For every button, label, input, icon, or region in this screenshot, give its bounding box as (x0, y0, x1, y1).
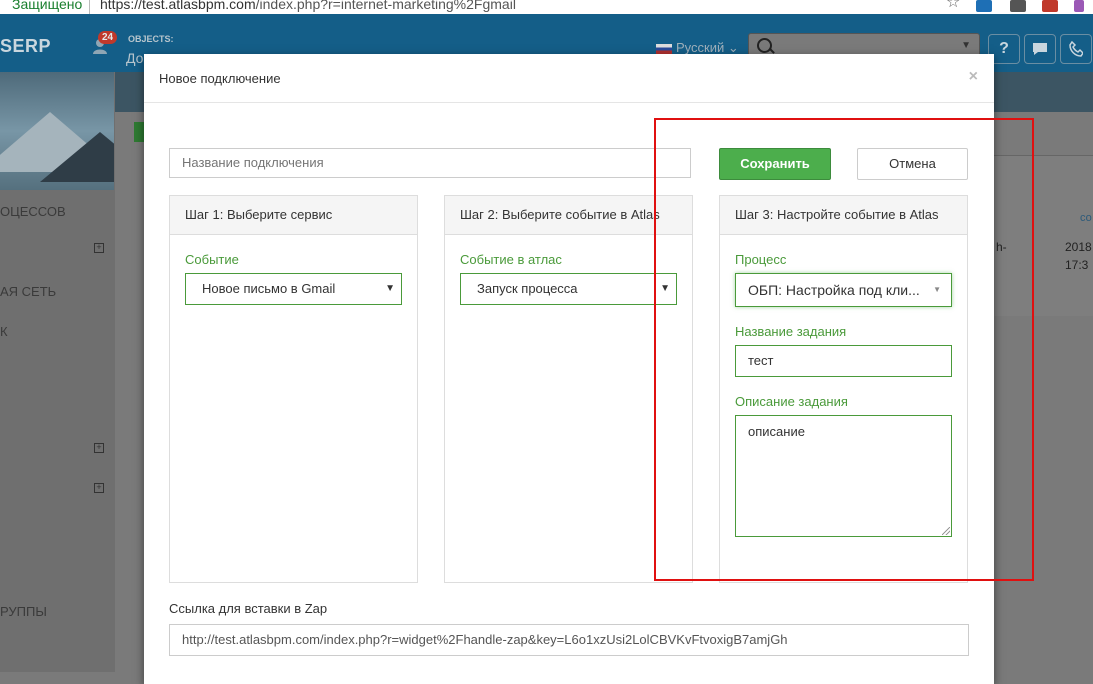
search-icon (757, 38, 772, 53)
step1-title: Шаг 1: Выберите сервис (170, 196, 417, 235)
url-host: https://test.atlasbpm.com (100, 0, 256, 12)
table-cell: 17:3 (1065, 258, 1089, 272)
atlas-event-label: Событие в атлас (460, 252, 562, 267)
event-label: Событие (185, 252, 239, 267)
objects-label: OBJECTS: (128, 34, 174, 44)
modal-title: Новое подключение (159, 71, 281, 86)
chat-icon (1033, 43, 1047, 55)
table-cell: 2018 (1065, 240, 1092, 254)
modal-header: Новое подключение × (144, 54, 994, 103)
extension-abp-icon[interactable] (1042, 0, 1058, 12)
sidebar-item-groups[interactable]: РУППЫ (0, 604, 47, 619)
chevron-down-icon: ▼ (961, 40, 971, 51)
sidebar-item-k[interactable]: К (0, 324, 8, 339)
sidebar-item-processes[interactable]: ОЦЕССОВ (0, 204, 66, 219)
secure-label: Защищено (12, 0, 83, 12)
phone-button[interactable] (1060, 34, 1092, 64)
service-event-value: Новое письмо в Gmail (202, 281, 336, 296)
zap-link-input[interactable]: http://test.atlasbpm.com/index.php?r=wid… (169, 624, 969, 656)
service-event-select[interactable]: Новое письмо в Gmail ▼ (185, 273, 402, 305)
atlas-event-value: Запуск процесса (477, 281, 578, 296)
flag-ru-icon (656, 43, 672, 54)
chat-button[interactable] (1024, 34, 1056, 64)
annotation-highlight-box (654, 118, 1034, 581)
sidebar-item-network[interactable]: АЯ СЕТЬ (0, 284, 56, 299)
chevron-down-icon: ▼ (385, 283, 395, 294)
extension-s-icon[interactable] (976, 0, 992, 12)
objects-sub[interactable]: До (126, 50, 143, 66)
notification-badge: 24 (98, 31, 118, 44)
step1-panel: Шаг 1: Выберите сервис Событие Новое пис… (169, 195, 418, 583)
extension-pen-icon[interactable] (1074, 0, 1084, 12)
atlas-event-select[interactable]: Запуск процесса ▼ (460, 273, 677, 305)
browser-address-bar: Защищено https://test.atlasbpm.com/index… (0, 0, 1093, 14)
expand-icon[interactable]: + (94, 243, 104, 253)
url-field[interactable]: https://test.atlasbpm.com/index.php?r=in… (100, 0, 516, 12)
divider (89, 0, 90, 14)
connection-name-input[interactable] (169, 148, 691, 178)
zap-link-label: Ссылка для вставки в Zap (169, 601, 328, 616)
expand-icon[interactable]: + (94, 483, 104, 493)
url-path: /index.php?r=internet-marketing%2Fgmail (255, 0, 516, 12)
star-icon[interactable]: ☆ (946, 0, 960, 11)
phone-icon (1069, 40, 1084, 57)
sidebar-banner-image (0, 72, 114, 190)
language-label: Русский (676, 40, 725, 55)
expand-icon[interactable]: + (94, 443, 104, 453)
app-logo[interactable]: SERP (0, 36, 51, 57)
table-header-cell: со (1080, 212, 1092, 224)
close-icon[interactable]: × (969, 68, 978, 86)
extension-vk-icon[interactable] (1010, 0, 1026, 12)
